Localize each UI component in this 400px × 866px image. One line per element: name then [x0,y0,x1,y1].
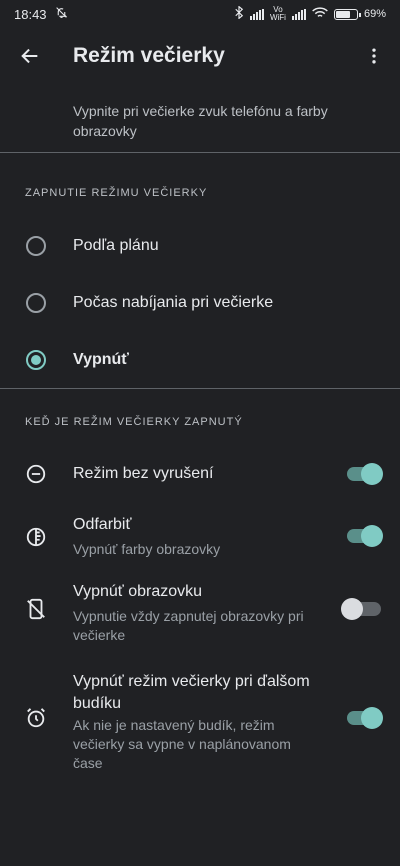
setting-subtitle: Vypnúť farby obrazovky [73,541,221,557]
radio-button[interactable] [26,236,46,256]
radio-button[interactable] [26,350,46,370]
toggle-knob [341,598,363,620]
vowifi-icon: Vo WiFi [269,5,286,22]
screen-off-icon [24,597,48,621]
radio-option-charging[interactable]: Počas nabíjania pri večierke [0,275,400,331]
divider [0,152,400,153]
setting-title: Vypnúť obrazovku [73,583,203,600]
page-description: Vypnite pri večierke zvuk telefónu a far… [73,103,328,139]
setting-subtitle: Ak nie je nastavený budík, režim večierk… [73,717,291,771]
divider [0,388,400,389]
setting-alarm[interactable]: Vypnúť režim večierky pri ďalšom budíku … [0,670,400,780]
setting-subtitle: Vypnutie vždy zapnutej obrazovky pri več… [73,608,304,643]
section-header-when-on: KEĎ JE REŽIM VEČIERKY ZAPNUTÝ [25,416,243,428]
page-title: Režim večierky [73,44,225,67]
status-time: 18:43 [14,6,47,22]
more-vert-icon [372,48,376,64]
alarm-toggle[interactable] [347,707,383,729]
toggle-knob [361,463,383,485]
alarm-clock-icon [24,706,48,730]
battery-icon [333,8,361,20]
screen-off-toggle[interactable] [341,598,381,620]
radio-label: Vypnúť [73,351,129,368]
signal-icon-2 [291,8,306,20]
battery-percent: 69% [363,8,386,20]
radio-option-off[interactable]: Vypnúť [0,332,400,388]
dnd-toggle[interactable] [347,463,383,485]
status-bar: 18:43 Vo WiFi 69% [0,0,400,28]
toggle-knob [361,525,383,547]
grayscale-toggle[interactable] [347,525,383,547]
grayscale-icon [24,525,48,549]
do-not-disturb-icon [24,462,48,486]
radio-button[interactable] [26,293,46,313]
bell-muted-icon [55,6,68,22]
arrow-back-icon [21,48,38,64]
wifi-icon [312,6,328,22]
signal-icon [249,8,264,20]
setting-title: Odfarbiť [73,516,132,533]
setting-grayscale[interactable]: Odfarbiť Vypnúť farby obrazovky [0,510,400,570]
radio-label: Počas nabíjania pri večierke [73,294,274,311]
bluetooth-icon [234,5,244,22]
radio-label: Podľa plánu [73,237,159,254]
setting-title: Vypnúť režim večierky pri ďalšom budíku [73,673,310,712]
setting-screen-off[interactable]: Vypnúť obrazovku Vypnutie vždy zapnutej … [0,580,400,660]
setting-do-not-disturb[interactable]: Režim bez vyrušení [0,448,400,500]
setting-title: Režim bez vyrušení [73,465,214,482]
section-header-turn-on: ZAPNUTIE REŽIMU VEČIERKY [25,187,208,199]
battery-fill [335,10,350,18]
radio-option-schedule[interactable]: Podľa plánu [0,218,400,274]
toggle-knob [361,707,383,729]
more-options-button[interactable] [356,38,392,74]
back-button[interactable] [12,38,48,74]
app-bar: Režim večierky [0,28,400,84]
